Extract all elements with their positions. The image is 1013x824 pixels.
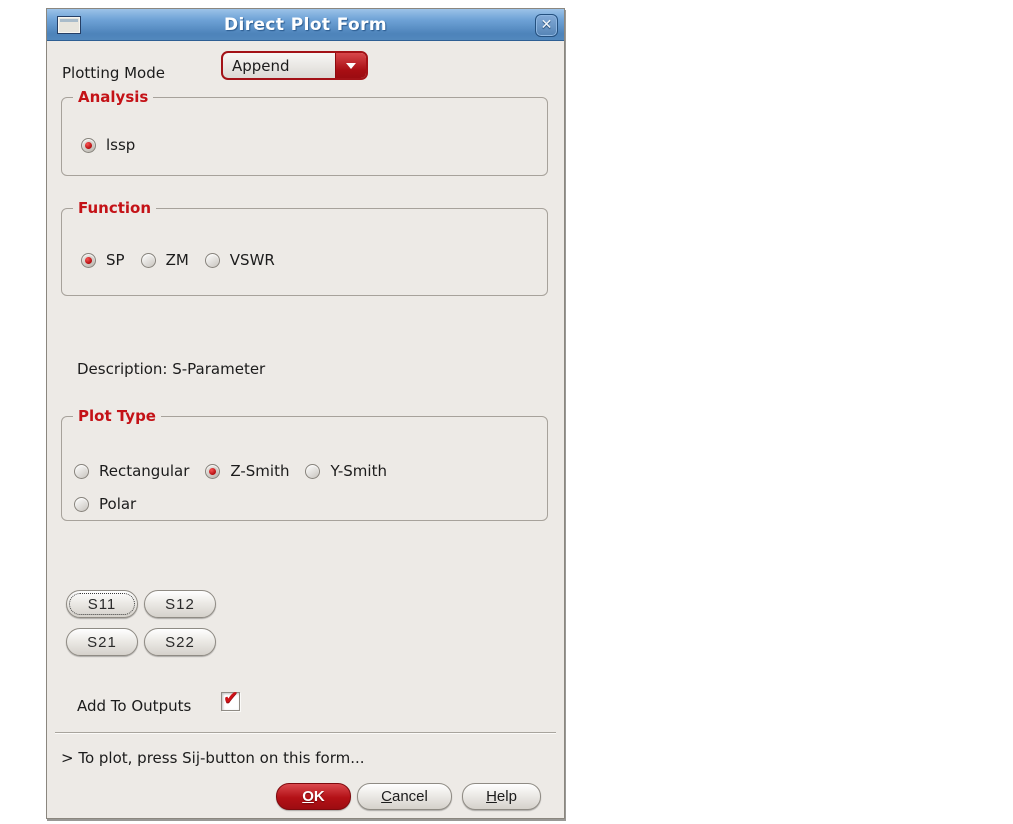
- radio-polar[interactable]: [74, 496, 89, 512]
- function-legend: Function: [73, 199, 157, 217]
- radio-lssp[interactable]: [81, 137, 96, 153]
- s11-button[interactable]: S11: [66, 590, 138, 618]
- add-to-outputs-checkbox[interactable]: ✔: [221, 687, 240, 711]
- window-title: Direct Plot Form: [223, 14, 388, 35]
- desktop-background: Direct Plot Form ✕ Plotting Mode Append …: [0, 0, 1013, 824]
- status-message: > To plot, press Sij-button on this form…: [61, 749, 365, 767]
- radio-rectangular-label: Rectangular: [99, 462, 190, 480]
- ok-button[interactable]: OK: [276, 783, 351, 810]
- s12-button[interactable]: S12: [144, 590, 216, 618]
- cancel-button-label: Cancel: [381, 788, 428, 805]
- add-to-outputs-label: Add To Outputs: [77, 697, 192, 715]
- analysis-legend: Analysis: [73, 88, 154, 106]
- radio-zm-label: ZM: [165, 251, 189, 269]
- radio-sp-label: SP: [106, 251, 125, 269]
- cancel-button[interactable]: Cancel: [357, 783, 452, 810]
- radio-polar-label: Polar: [99, 495, 137, 513]
- s22-button[interactable]: S22: [144, 628, 216, 656]
- window-menu-icon[interactable]: [57, 16, 81, 34]
- title-bar[interactable]: Direct Plot Form ✕: [47, 9, 564, 41]
- radio-z-smith[interactable]: [205, 463, 221, 479]
- help-button[interactable]: Help: [462, 783, 541, 810]
- function-group: Function SP ZM VSWR: [61, 199, 548, 296]
- radio-y-smith-label: Y-Smith: [330, 462, 387, 480]
- plot-type-legend: Plot Type: [73, 407, 161, 425]
- radio-sp[interactable]: [81, 252, 96, 268]
- radio-rectangular[interactable]: [74, 463, 89, 479]
- description-text: Description: S-Parameter: [77, 360, 266, 378]
- radio-z-smith-label: Z-Smith: [230, 462, 290, 480]
- chevron-down-icon[interactable]: [335, 53, 366, 78]
- radio-vswr[interactable]: [204, 252, 220, 268]
- radio-lssp-label: lssp: [106, 136, 136, 154]
- close-icon[interactable]: ✕: [535, 14, 558, 37]
- help-button-label: Help: [486, 788, 517, 805]
- radio-vswr-label: VSWR: [229, 251, 275, 269]
- direct-plot-form-dialog: Direct Plot Form ✕ Plotting Mode Append …: [46, 8, 565, 819]
- footer-divider: [55, 732, 556, 734]
- analysis-group: Analysis lssp: [61, 88, 548, 176]
- radio-zm[interactable]: [140, 252, 156, 268]
- plot-type-group: Plot Type Rectangular Z-Smith Y-Smith Po…: [61, 407, 548, 521]
- checkmark-icon: ✔: [223, 687, 239, 709]
- plotting-mode-value: Append: [232, 56, 290, 75]
- s21-button[interactable]: S21: [66, 628, 138, 656]
- plotting-mode-label: Plotting Mode: [62, 64, 165, 82]
- plotting-mode-dropdown[interactable]: Append: [221, 51, 368, 80]
- radio-y-smith[interactable]: [305, 463, 321, 479]
- ok-button-label: OK: [302, 788, 325, 805]
